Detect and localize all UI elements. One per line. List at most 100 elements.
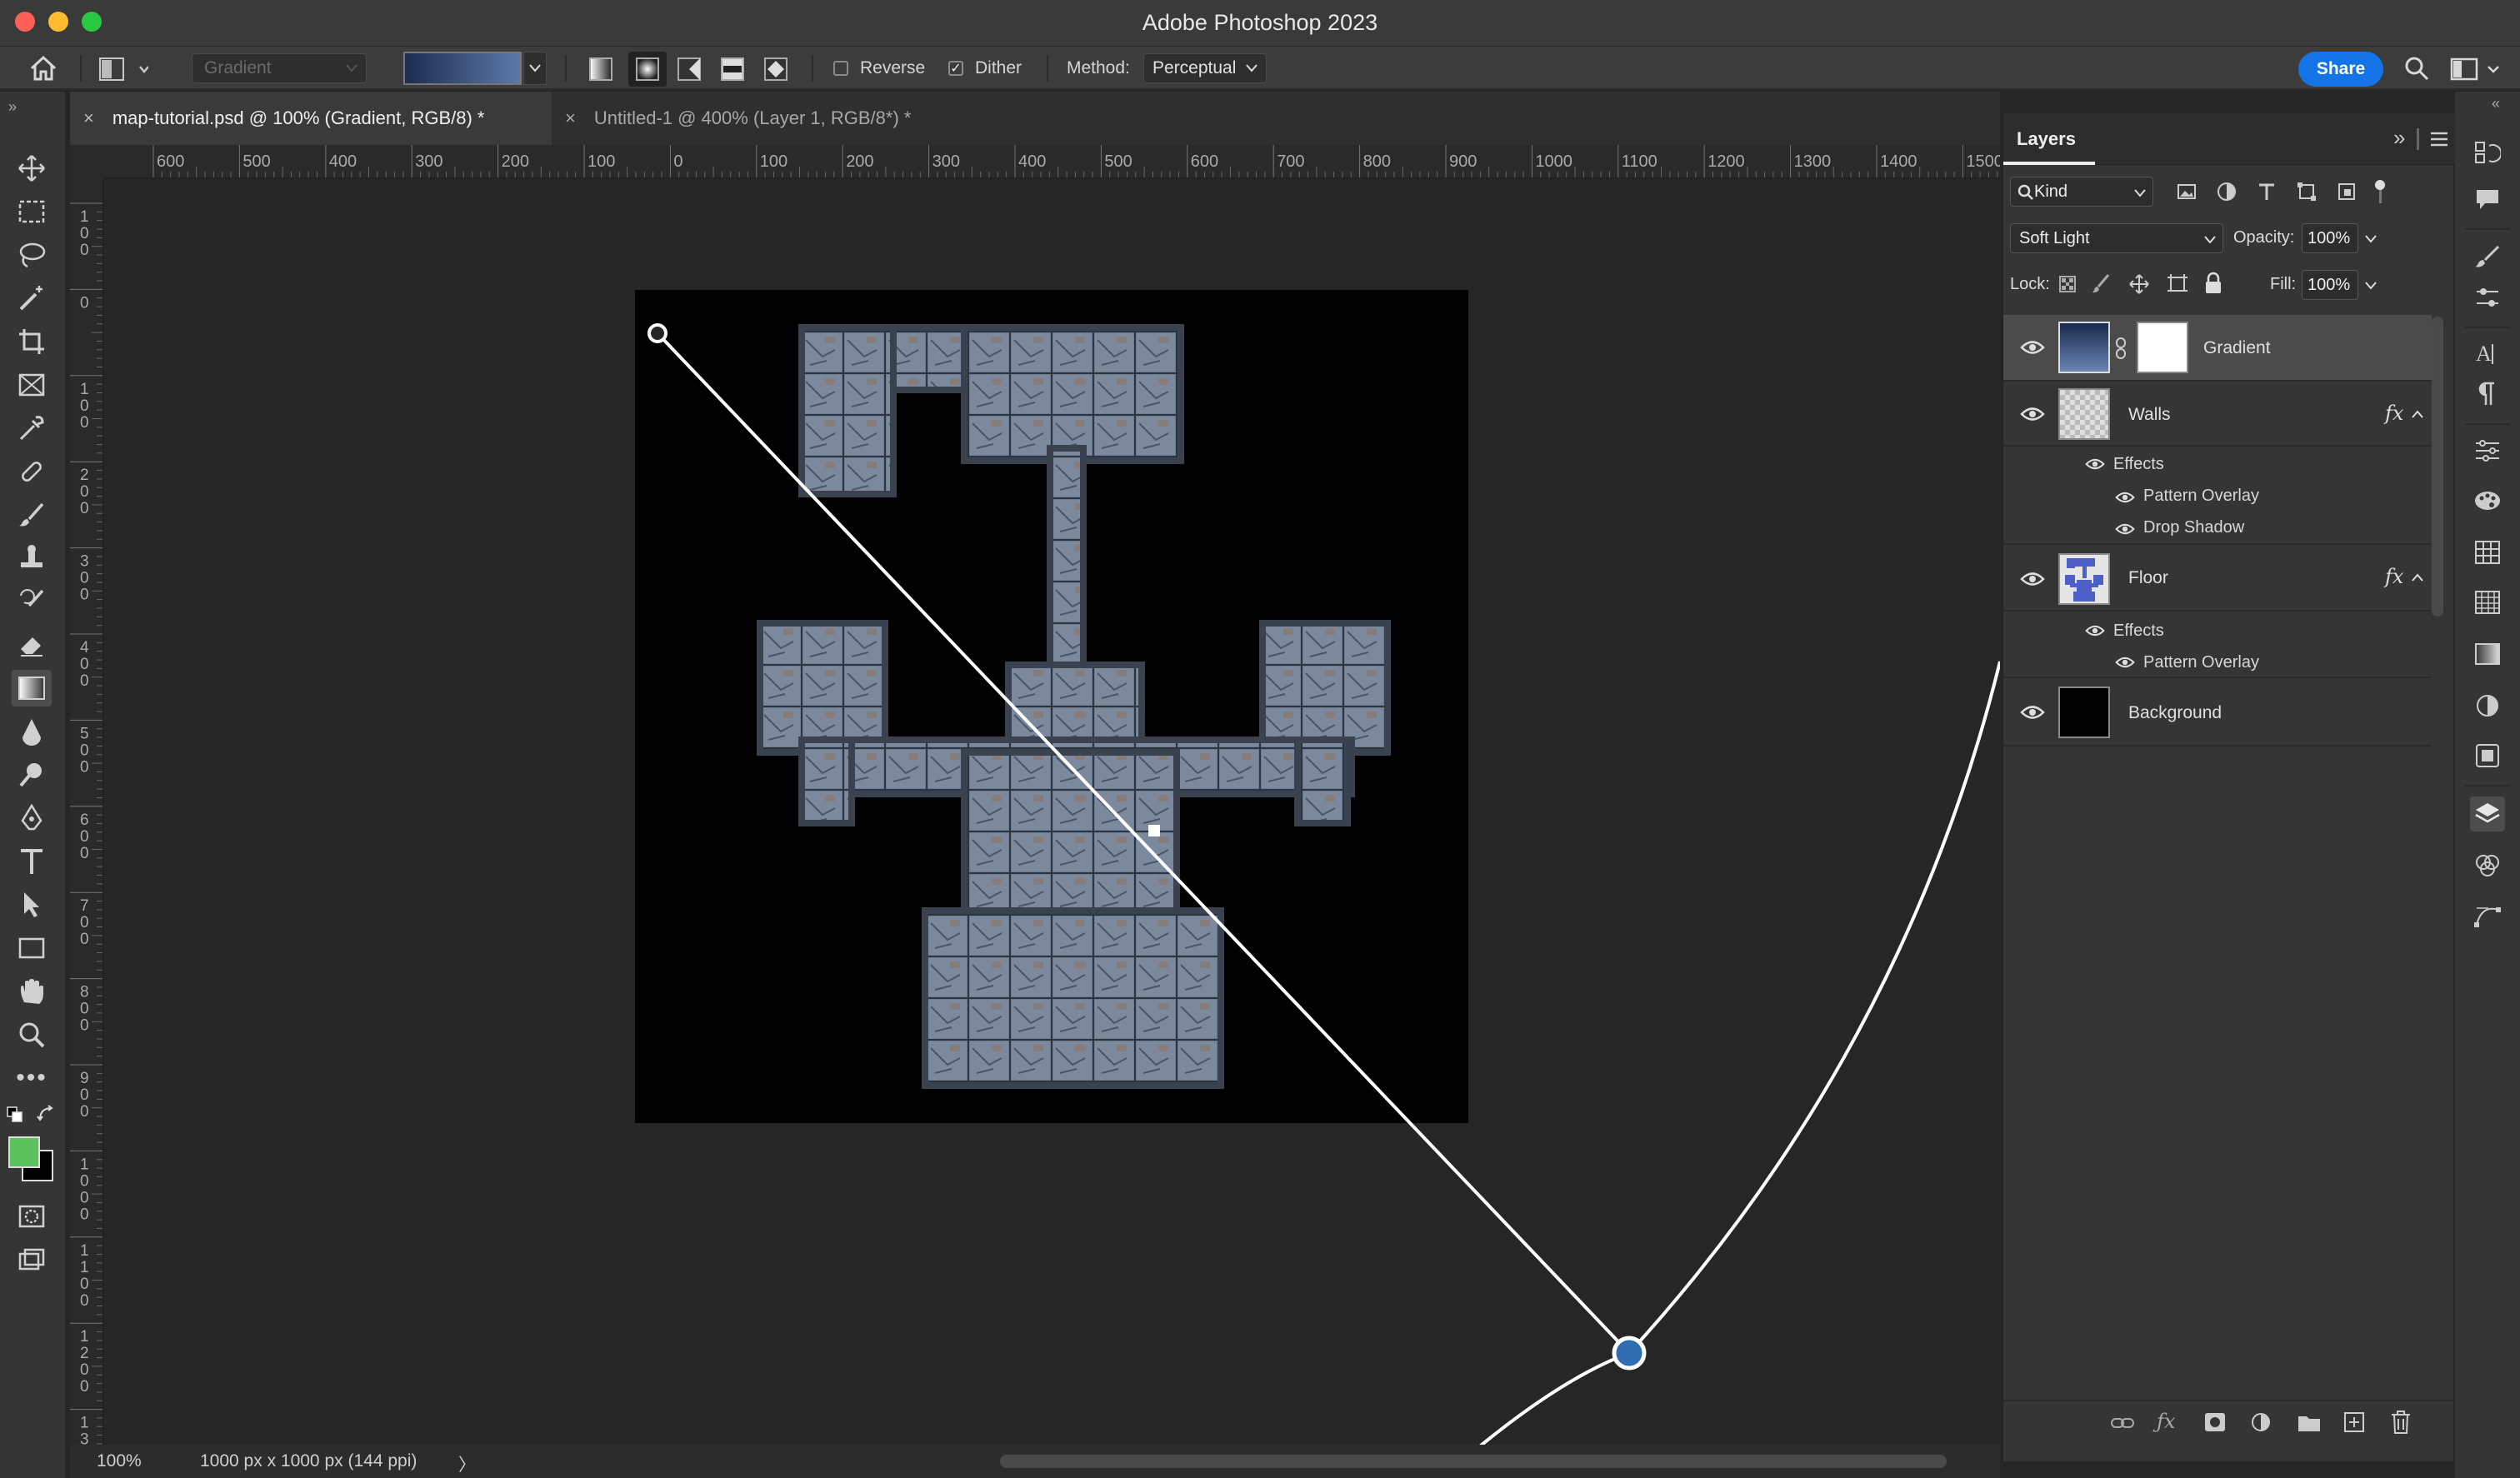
blend-mode-dropdown[interactable]: Soft Light	[2010, 223, 2223, 253]
collapse-effects-icon[interactable]	[2412, 573, 2423, 582]
diamond-gradient-icon[interactable]	[763, 57, 788, 82]
gradient-end-handle[interactable]	[1612, 1336, 1647, 1371]
healing-brush-icon[interactable]	[12, 453, 52, 490]
angle-gradient-icon[interactable]	[677, 57, 702, 82]
fill-slider-chevron[interactable]	[2365, 282, 2377, 290]
gradient-tool-icon[interactable]	[12, 670, 52, 707]
frame-tool-icon[interactable]	[12, 367, 52, 403]
fill-input[interactable]: 100%	[2302, 270, 2358, 300]
more-tools-icon[interactable]: •••	[12, 1060, 52, 1096]
add-mask-icon[interactable]	[2203, 1411, 2227, 1433]
zoom-tool-icon[interactable]	[12, 1016, 52, 1053]
layer-row-gradient[interactable]: Gradient	[2003, 315, 2432, 382]
screen-mode-icon[interactable]	[12, 1241, 52, 1278]
effects-label[interactable]: Effects	[2113, 455, 2164, 474]
tab-untitled-1[interactable]: × Untitled-1 @ 400% (Layer 1, RGB/8*) *	[557, 92, 1073, 145]
zoom-level[interactable]: 100%	[97, 1451, 142, 1471]
share-button[interactable]: Share	[2298, 52, 2383, 87]
lock-pixels-icon[interactable]	[2092, 273, 2112, 293]
search-icon[interactable]	[2403, 55, 2430, 82]
magic-wand-icon[interactable]	[12, 280, 52, 317]
layer-mask-link-icon[interactable]	[2115, 337, 2127, 360]
effect-drop-shadow[interactable]: Drop Shadow	[2143, 518, 2244, 537]
reverse-checkbox[interactable]: Reverse	[833, 58, 925, 78]
delete-layer-icon[interactable]	[2390, 1410, 2412, 1435]
layer-row-walls[interactable]: Walls fx	[2003, 383, 2432, 447]
layers-panel-title[interactable]: Layers	[2017, 128, 2076, 150]
filter-smart-object-icon[interactable]	[2337, 182, 2357, 202]
brush-settings-icon[interactable]	[2470, 240, 2505, 275]
visibility-eye-icon[interactable]	[2020, 703, 2045, 722]
layers-scrollbar[interactable]	[2432, 317, 2443, 617]
gradients-icon[interactable]	[2470, 637, 2505, 672]
dither-checkbox-box[interactable]: ✓	[948, 61, 963, 76]
channels-icon[interactable]	[2470, 848, 2505, 883]
character-icon[interactable]: A	[2470, 337, 2505, 372]
lock-transparent-icon[interactable]	[2058, 275, 2077, 293]
foreground-color-swatch[interactable]	[8, 1136, 40, 1168]
gradient-swatch[interactable]	[403, 52, 522, 85]
horizontal-scrollbar[interactable]	[1000, 1455, 1947, 1468]
blur-tool-icon[interactable]	[12, 713, 52, 750]
collapse-toolbar-icon[interactable]: »	[8, 98, 17, 116]
add-layer-style-icon[interactable]: ƒx	[2157, 1410, 2175, 1433]
layer-fx-icon[interactable]: fx	[2385, 565, 2403, 588]
opacity-input[interactable]: 100%	[2302, 223, 2358, 253]
linear-gradient-icon[interactable]	[588, 57, 613, 82]
rectangular-marquee-icon[interactable]	[12, 193, 52, 230]
layer-row-background[interactable]: Background	[2003, 680, 2432, 746]
layer-filter-dropdown[interactable]: Kind	[2010, 177, 2153, 207]
effect-pattern-overlay[interactable]: Pattern Overlay	[2143, 487, 2259, 506]
home-icon[interactable]	[28, 55, 58, 82]
dither-checkbox[interactable]: ✓ Dither	[948, 58, 1022, 78]
filter-pixel-icon[interactable]	[2177, 182, 2197, 202]
new-group-icon[interactable]	[2297, 1411, 2322, 1433]
layer-name[interactable]: Background	[2128, 703, 2222, 723]
filter-type-icon[interactable]	[2257, 182, 2277, 202]
lock-all-icon[interactable]	[2203, 272, 2223, 295]
gradient-picker-chevron[interactable]	[523, 52, 547, 85]
link-layers-icon[interactable]	[2110, 1413, 2135, 1433]
visibility-eye-icon[interactable]	[2020, 570, 2045, 588]
layer-name[interactable]: Floor	[2128, 568, 2168, 588]
collapse-effects-icon[interactable]	[2412, 410, 2423, 418]
type-tool-icon[interactable]	[12, 843, 52, 880]
patterns-icon[interactable]	[2470, 585, 2505, 620]
dodge-tool-icon[interactable]	[12, 756, 52, 793]
filter-toggle[interactable]	[2375, 180, 2387, 203]
effect-eye-icon[interactable]	[2115, 522, 2135, 537]
lasso-tool-icon[interactable]	[12, 237, 52, 273]
pen-tool-icon[interactable]	[12, 800, 52, 836]
adjustments-icon[interactable]	[2470, 688, 2505, 723]
paragraph-icon[interactable]	[2470, 377, 2505, 412]
effects-label[interactable]: Effects	[2113, 622, 2164, 641]
effect-eye-icon[interactable]	[2115, 490, 2135, 505]
history-icon[interactable]	[2470, 135, 2505, 170]
close-tab-icon[interactable]: ×	[83, 107, 94, 129]
collapse-strip-icon[interactable]: «	[2492, 95, 2500, 112]
layer-fx-icon[interactable]: fx	[2385, 402, 2403, 425]
clone-stamp-icon[interactable]	[12, 540, 52, 577]
effects-eye-icon[interactable]	[2085, 623, 2105, 638]
radial-gradient-icon[interactable]	[628, 52, 667, 87]
status-menu-arrow[interactable]: 〉	[458, 1451, 476, 1476]
eraser-tool-icon[interactable]	[12, 627, 52, 663]
collapse-panel-icon[interactable]: »	[2393, 125, 2405, 151]
brush-tool-icon[interactable]	[12, 497, 52, 533]
layer-name[interactable]: Walls	[2128, 405, 2171, 425]
libraries-icon[interactable]	[2470, 738, 2505, 773]
effects-eye-icon[interactable]	[2085, 457, 2105, 472]
panel-menu-icon[interactable]	[2430, 132, 2448, 147]
reflected-gradient-icon[interactable]	[720, 57, 745, 82]
gradient-start-handle[interactable]	[648, 323, 668, 343]
reverse-checkbox-box[interactable]	[833, 61, 848, 76]
tool-preset-picker[interactable]	[98, 57, 148, 82]
tab-map-tutorial[interactable]: × map-tutorial.psd @ 100% (Gradient, RGB…	[70, 92, 552, 145]
hand-tool-icon[interactable]	[12, 973, 52, 1010]
swap-colors-icon[interactable]	[37, 1105, 55, 1123]
close-tab-icon[interactable]: ×	[565, 107, 576, 129]
effect-pattern-overlay[interactable]: Pattern Overlay	[2143, 653, 2259, 672]
comments-icon[interactable]	[2470, 182, 2505, 217]
workspace-icon[interactable]	[2450, 57, 2508, 82]
layer-mask-thumbnail[interactable]	[2137, 322, 2188, 373]
